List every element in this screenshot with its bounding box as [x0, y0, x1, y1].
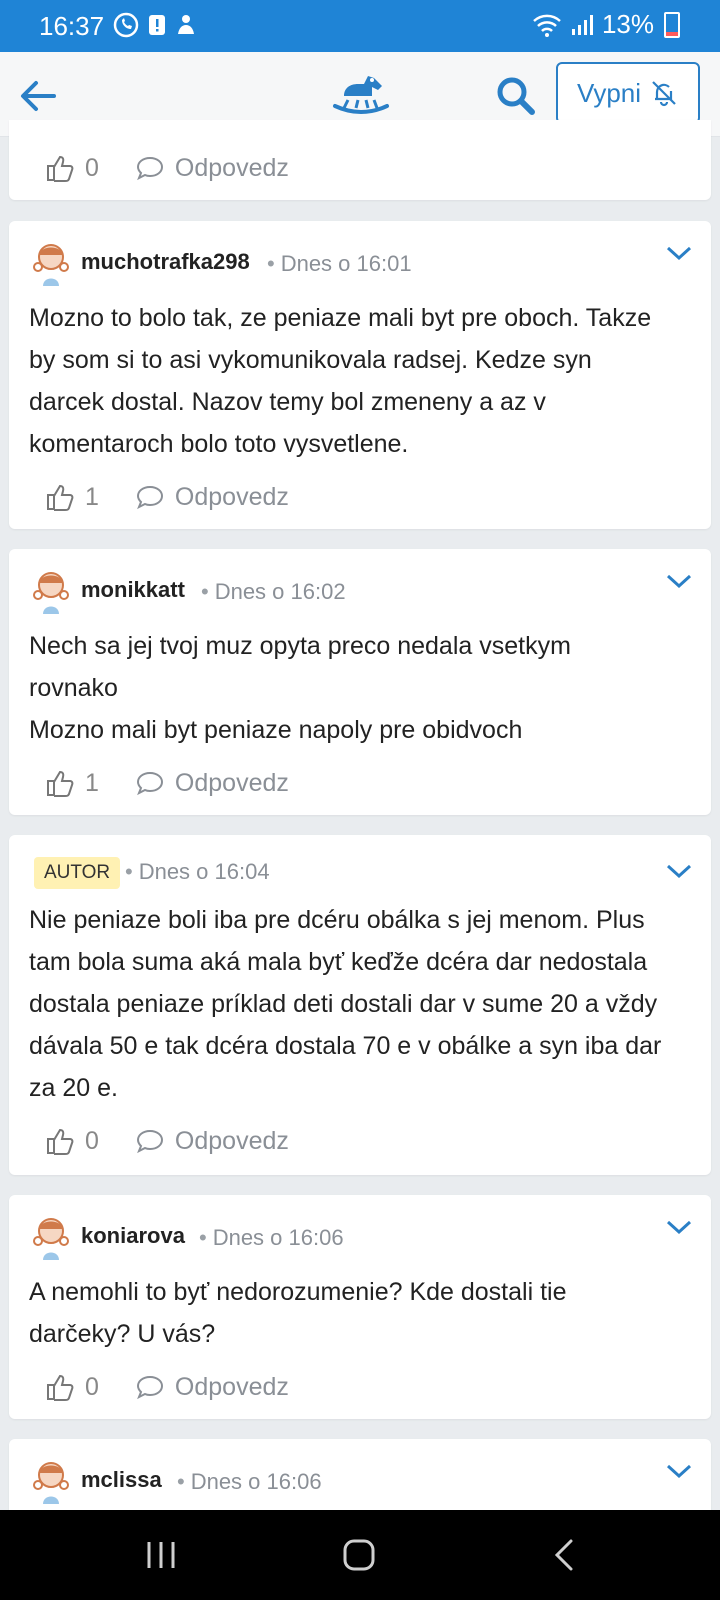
- comment-text: A nemohli to byť nedorozumenie? Kde dost…: [29, 1278, 567, 1348]
- comment-timestamp: • Dnes o 16:06: [199, 1225, 344, 1250]
- comment-actions: 1 Odpovedz: [45, 477, 289, 517]
- comment-text: Nie peniaze boli iba pre dcéru obálka s …: [29, 906, 662, 1102]
- wifi-icon: [533, 14, 561, 37]
- comment-card-partial: mclissa • Dnes o 16:06: [9, 1439, 711, 1519]
- like-count: 1: [85, 768, 99, 797]
- reply-label: Odpovedz: [174, 1372, 289, 1401]
- comment-card: koniarova • Dnes o 16:06 A nemohli to byť…: [9, 1195, 711, 1419]
- thumbs-up-icon: [47, 484, 74, 511]
- comment-actions: 0 Odpovedz: [45, 148, 289, 188]
- comment-timestamp: • Dnes o 16:01: [267, 251, 412, 276]
- comment-actions: 0 Odpovedz: [45, 1121, 289, 1161]
- like-button[interactable]: 1: [45, 768, 99, 798]
- like-count: 1: [85, 482, 99, 511]
- status-time: 16:37: [39, 11, 105, 41]
- thumbs-up-icon: [47, 155, 74, 182]
- reply-label: Odpovedz: [174, 768, 289, 797]
- search-icon[interactable]: [494, 74, 538, 118]
- thumbs-up-icon: [47, 1128, 74, 1155]
- reply-label: Odpovedz: [174, 482, 289, 511]
- author-badge: AUTOR: [34, 857, 121, 889]
- recent-apps-icon[interactable]: [144, 1538, 178, 1572]
- reply-label: Odpovedz: [174, 1126, 289, 1155]
- bell-off-icon: [652, 81, 676, 107]
- comment-card: monikkatt • Dnes o 16:02 Nech sa jej tvoj…: [9, 549, 711, 815]
- chevron-down-icon[interactable]: [665, 571, 693, 591]
- speech-bubble-icon: [136, 771, 163, 796]
- comment-header: mclissa • Dnes o 16:06: [29, 1457, 691, 1505]
- chevron-down-icon[interactable]: [665, 861, 693, 881]
- comment-username[interactable]: mclissa: [81, 1467, 162, 1493]
- chevron-down-icon[interactable]: [665, 243, 693, 263]
- chevron-down-icon[interactable]: [665, 1461, 693, 1481]
- like-button[interactable]: 0: [45, 153, 99, 183]
- reply-button[interactable]: Odpovedz: [135, 1373, 289, 1402]
- reply-button[interactable]: Odpovedz: [135, 769, 289, 798]
- comment-header: monikkatt • Dnes o 16:02: [29, 567, 691, 615]
- like-button[interactable]: 1: [45, 482, 99, 512]
- status-notification-icons: [112, 11, 198, 39]
- comment-username[interactable]: koniarova: [81, 1223, 185, 1249]
- chevron-down-icon[interactable]: [665, 1217, 693, 1237]
- thumbs-up-icon: [47, 1374, 74, 1401]
- viber-icon: [113, 12, 139, 38]
- like-count: 0: [85, 1126, 99, 1155]
- comment-timestamp: • Dnes o 16:02: [201, 579, 346, 604]
- avatar-icon[interactable]: [29, 239, 73, 287]
- comment-actions: 0 Odpovedz: [45, 1367, 289, 1407]
- avatar-icon[interactable]: [29, 1213, 73, 1261]
- comment-header: koniarova • Dnes o 16:06: [29, 1213, 691, 1261]
- system-navigation-bar: [0, 1510, 720, 1600]
- speech-bubble-icon: [136, 156, 163, 181]
- rocking-horse-logo-icon[interactable]: [332, 66, 390, 118]
- reply-button[interactable]: Odpovedz: [135, 1127, 289, 1156]
- comment-timestamp: • Dnes o 16:06: [177, 1469, 322, 1494]
- comment-card: muchotrafka298 • Dnes o 16:01 Mozno to bo…: [9, 221, 711, 529]
- comment-actions: 1 Odpovedz: [45, 763, 289, 803]
- avatar-icon[interactable]: [29, 1457, 73, 1505]
- mute-notifications-button[interactable]: Vypni: [556, 62, 700, 124]
- home-icon[interactable]: [342, 1538, 376, 1572]
- signal-icon: [571, 14, 593, 35]
- comment-card-partial: 0 Odpovedz: [9, 120, 711, 200]
- comment-card-author: AUTOR • Dnes o 16:04 Nie peniaze boli iba…: [9, 835, 711, 1175]
- like-button[interactable]: 0: [45, 1372, 99, 1402]
- status-system-icons: 13%: [532, 9, 680, 40]
- mute-button-label: Vypni: [576, 77, 642, 108]
- comment-timestamp: • Dnes o 16:04: [125, 859, 270, 884]
- speech-bubble-icon: [136, 485, 163, 510]
- comment-text: Nech sa jej tvoj muz opyta preco nedala …: [29, 632, 571, 744]
- like-count: 0: [85, 153, 99, 182]
- back-arrow-icon[interactable]: [16, 74, 60, 118]
- baby-icon: [178, 15, 194, 34]
- reply-button[interactable]: Odpovedz: [135, 154, 289, 183]
- battery-icon: [664, 11, 680, 38]
- reply-label: Odpovedz: [174, 153, 289, 182]
- thumbs-up-icon: [47, 770, 74, 797]
- alert-icon: [149, 15, 165, 35]
- like-count: 0: [85, 1372, 99, 1401]
- reply-button[interactable]: Odpovedz: [135, 483, 289, 512]
- back-nav-icon[interactable]: [548, 1538, 582, 1572]
- comment-header: muchotrafka298 • Dnes o 16:01: [29, 239, 691, 287]
- status-bar: 16:37 13%: [0, 0, 720, 52]
- like-button[interactable]: 0: [45, 1126, 99, 1156]
- speech-bubble-icon: [136, 1129, 163, 1154]
- comment-username[interactable]: muchotrafka298: [81, 249, 250, 275]
- battery-percent: 13%: [601, 9, 654, 39]
- speech-bubble-icon: [136, 1375, 163, 1400]
- comment-username[interactable]: monikkatt: [81, 577, 185, 603]
- avatar-icon[interactable]: [29, 567, 73, 615]
- comment-text: Mozno to bolo tak, ze peniaze mali byt p…: [29, 304, 652, 458]
